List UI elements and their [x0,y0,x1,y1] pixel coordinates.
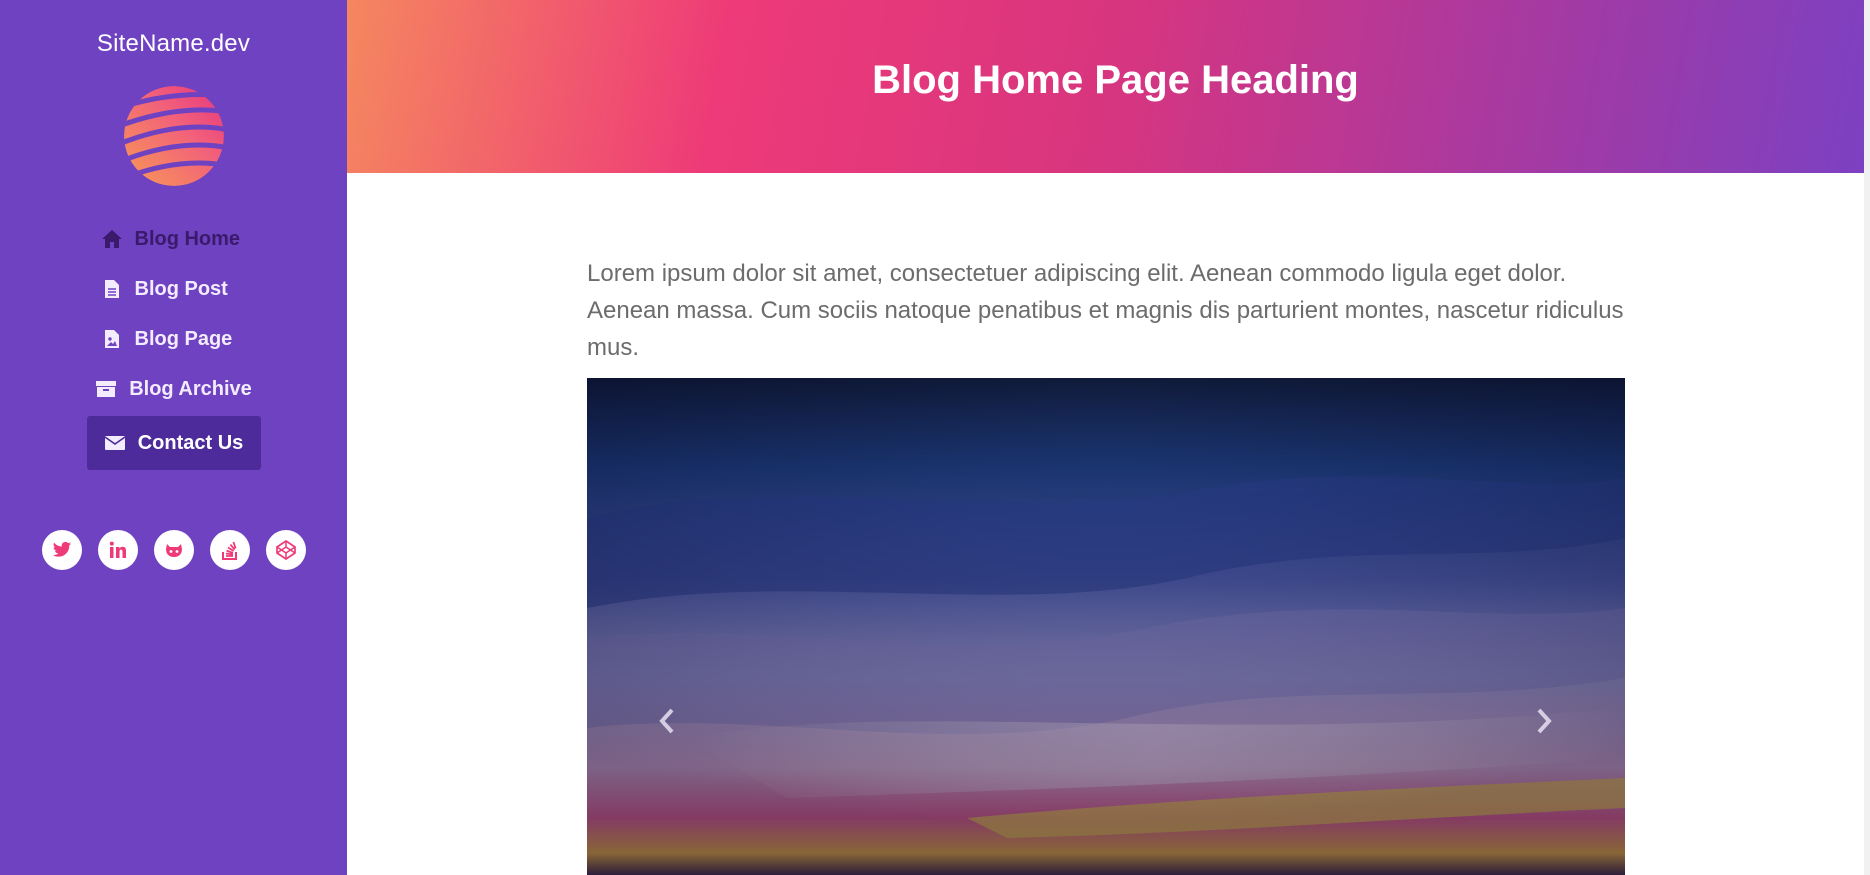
social-links [41,530,306,570]
carousel-next-button[interactable] [1529,708,1559,738]
main-content: Lorem ipsum dolor sit amet, consectetuer… [587,255,1625,875]
codepen-icon [275,540,296,560]
page-header: Blog Home Page Heading [347,0,1864,173]
chevron-right-icon [1535,708,1553,739]
nav-label: Blog Post [134,277,228,300]
nav-item-blog-archive[interactable]: Blog Archive [81,364,266,414]
nav-label: Contact Us [137,431,244,454]
nav-item-contact-us[interactable]: Contact Us [86,416,261,470]
striped-globe-logo[interactable] [123,86,224,186]
github-icon [164,541,184,559]
intro-paragraph: Lorem ipsum dolor sit amet, consectetuer… [587,260,1624,361]
nav-item-blog-home[interactable]: Blog Home [87,214,261,264]
stackoverflow-link[interactable] [209,530,250,570]
nav-label: Blog Home [134,227,241,250]
sidebar: SiteName.dev Blog Home Blog Post Blog Pa… [0,0,347,875]
linkedin-icon [109,541,127,559]
chevron-left-icon [658,708,676,739]
carousel-prev-button[interactable] [652,708,682,738]
page-title: Blog Home Page Heading [872,58,1359,102]
home-icon [101,228,123,250]
twitter-link[interactable] [41,530,82,570]
nav-item-blog-post[interactable]: Blog Post [87,264,261,314]
file-image-icon [101,328,123,350]
file-text-icon [101,278,123,300]
twitter-icon [52,541,72,559]
nav-label: Blog Page [134,327,233,350]
nav-item-blog-page[interactable]: Blog Page [87,314,261,364]
page-scrollbar[interactable] [1864,0,1870,875]
site-name[interactable]: SiteName.dev [97,30,250,58]
image-carousel[interactable] [587,378,1625,875]
carousel-sunset-image [587,378,1625,875]
codepen-link[interactable] [265,530,306,570]
nav-label: Blog Archive [129,377,252,400]
linkedin-link[interactable] [97,530,138,570]
stackoverflow-icon [221,540,239,560]
github-link[interactable] [153,530,194,570]
archive-icon [95,378,117,400]
sidebar-nav: Blog Home Blog Post Blog Page Blog Archi… [0,214,347,470]
envelope-icon [104,432,126,454]
